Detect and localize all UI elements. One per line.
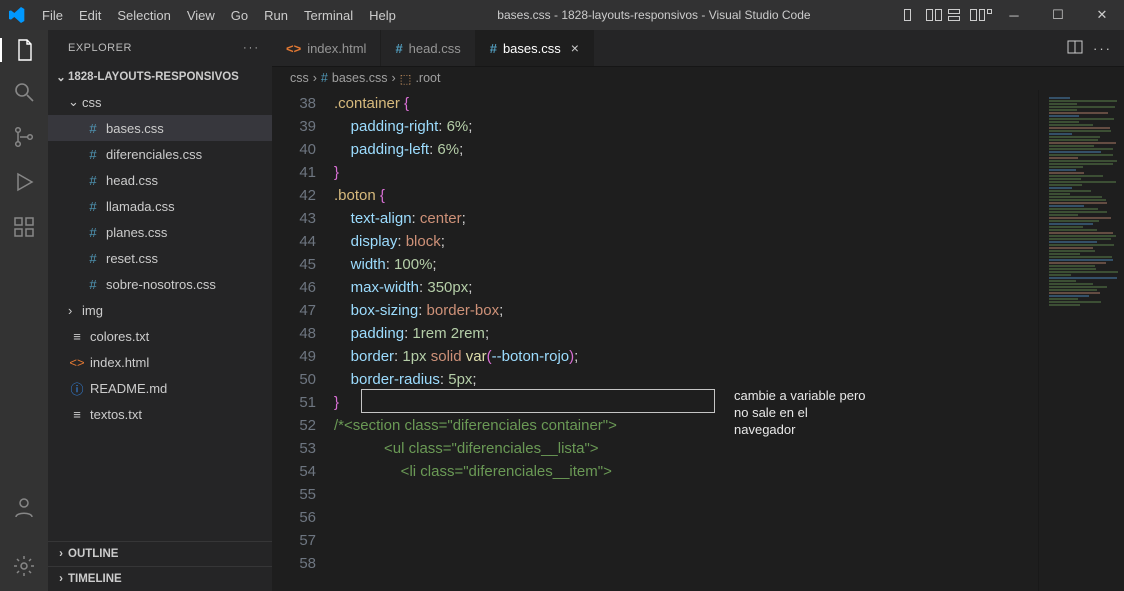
window-title: bases.css - 1828-layouts-responsivos - V… — [404, 8, 904, 22]
project-root[interactable]: ⌄1828-LAYOUTS-RESPONSIVOS — [48, 65, 272, 89]
menu-selection[interactable]: Selection — [109, 8, 178, 23]
app-menu: FileEditSelectionViewGoRunTerminalHelp — [34, 8, 404, 23]
file-head.css[interactable]: #head.css — [48, 167, 272, 193]
code-line-57[interactable]: <ul class="diferenciales__lista"> — [334, 437, 1038, 460]
menu-file[interactable]: File — [34, 8, 71, 23]
timeline-section[interactable]: ›TIMELINE — [48, 566, 272, 591]
code-line-54[interactable]: } — [334, 391, 1038, 414]
tab-bases.css[interactable]: #bases.css× — [476, 30, 594, 66]
sidebar-more-icon[interactable]: ··· — [243, 42, 260, 54]
code-line-51[interactable]: border: 1px solid var(--boton-rojo); — [334, 345, 1038, 368]
editor-tabs: <>index.html#head.css#bases.css× ··· — [272, 30, 1124, 66]
file-README.md[interactable]: ⓘREADME.md — [48, 375, 272, 401]
code-line-39[interactable]: padding-right: 6%; — [334, 115, 1038, 138]
menu-help[interactable]: Help — [361, 8, 404, 23]
editor-more-icon[interactable]: ··· — [1093, 41, 1112, 56]
activity-account-icon[interactable] — [12, 495, 36, 522]
explorer-sidebar: EXPLORER ··· ⌄1828-LAYOUTS-RESPONSIVOS ⌄… — [48, 30, 272, 591]
code-line-56[interactable]: /*<section class="diferenciales containe… — [334, 414, 1038, 437]
file-reset.css[interactable]: #reset.css — [48, 245, 272, 271]
menu-go[interactable]: Go — [223, 8, 256, 23]
file-llamada.css[interactable]: #llamada.css — [48, 193, 272, 219]
editor-layout-icons[interactable] — [904, 9, 992, 21]
file-index.html[interactable]: <>index.html — [48, 349, 272, 375]
code-line-44[interactable]: .boton { — [334, 184, 1038, 207]
code-line-52[interactable]: border-radius: 5px; — [334, 368, 1038, 391]
editor-area: <>index.html#head.css#bases.css× ··· css… — [272, 30, 1124, 591]
file-planes.css[interactable]: #planes.css — [48, 219, 272, 245]
tab-head.css[interactable]: #head.css — [381, 30, 475, 66]
activity-bar — [0, 30, 48, 591]
code-line-49[interactable]: box-sizing: border-box; — [334, 299, 1038, 322]
tab-close-icon[interactable]: × — [571, 40, 579, 56]
code-line-40[interactable]: padding-left: 6%; — [334, 138, 1038, 161]
file-diferenciales.css[interactable]: #diferenciales.css — [48, 141, 272, 167]
annotation-text: cambie a variable perono sale en elnaveg… — [734, 387, 866, 438]
split-editor-icon[interactable] — [1067, 39, 1083, 58]
file-tree: ⌄ css#bases.css#diferenciales.css#head.c… — [48, 89, 272, 541]
sidebar-title: EXPLORER — [68, 42, 132, 54]
window-close-button[interactable]: ✕ — [1080, 0, 1124, 30]
menu-edit[interactable]: Edit — [71, 8, 109, 23]
window-minimize-button[interactable]: ─ — [992, 0, 1036, 30]
folder-css[interactable]: ⌄ css — [48, 89, 272, 115]
activity-source-control-icon[interactable] — [12, 125, 36, 152]
menu-run[interactable]: Run — [256, 8, 296, 23]
activity-settings-icon[interactable] — [12, 554, 36, 581]
code-content[interactable]: .container { padding-right: 6%; padding-… — [334, 90, 1038, 591]
minimap[interactable] — [1038, 90, 1124, 591]
code-line-48[interactable]: max-width: 350px; — [334, 276, 1038, 299]
line-gutter: 3839404142434445464748495051525354555657… — [272, 90, 334, 591]
file-bases.css[interactable]: #bases.css — [48, 115, 272, 141]
vscode-logo-icon — [0, 7, 34, 23]
outline-section[interactable]: ›OUTLINE — [48, 541, 272, 566]
window-maximize-button[interactable]: ☐ — [1036, 0, 1080, 30]
activity-run-icon[interactable] — [12, 170, 36, 197]
code-line-46[interactable]: display: block; — [334, 230, 1038, 253]
folder-img[interactable]: › img — [48, 297, 272, 323]
code-line-45[interactable]: text-align: center; — [334, 207, 1038, 230]
file-textos.txt[interactable]: ≡textos.txt — [48, 401, 272, 427]
breadcrumbs[interactable]: css› #bases.css› ⬚.root — [272, 66, 1124, 90]
activity-explorer-icon[interactable] — [0, 38, 48, 62]
code-line-50[interactable]: padding: 1rem 2rem; — [334, 322, 1038, 345]
activity-search-icon[interactable] — [12, 80, 36, 107]
title-bar: FileEditSelectionViewGoRunTerminalHelp b… — [0, 0, 1124, 30]
file-colores.txt[interactable]: ≡colores.txt — [48, 323, 272, 349]
menu-terminal[interactable]: Terminal — [296, 8, 361, 23]
code-line-47[interactable]: width: 100%; — [334, 253, 1038, 276]
activity-extensions-icon[interactable] — [12, 215, 36, 242]
tab-index.html[interactable]: <>index.html — [272, 30, 381, 66]
code-line-42[interactable]: } — [334, 161, 1038, 184]
file-sobre-nosotros.css[interactable]: #sobre-nosotros.css — [48, 271, 272, 297]
code-line-58[interactable]: <li class="diferenciales__item"> — [334, 460, 1038, 483]
menu-view[interactable]: View — [179, 8, 223, 23]
code-line-38[interactable]: .container { — [334, 92, 1038, 115]
